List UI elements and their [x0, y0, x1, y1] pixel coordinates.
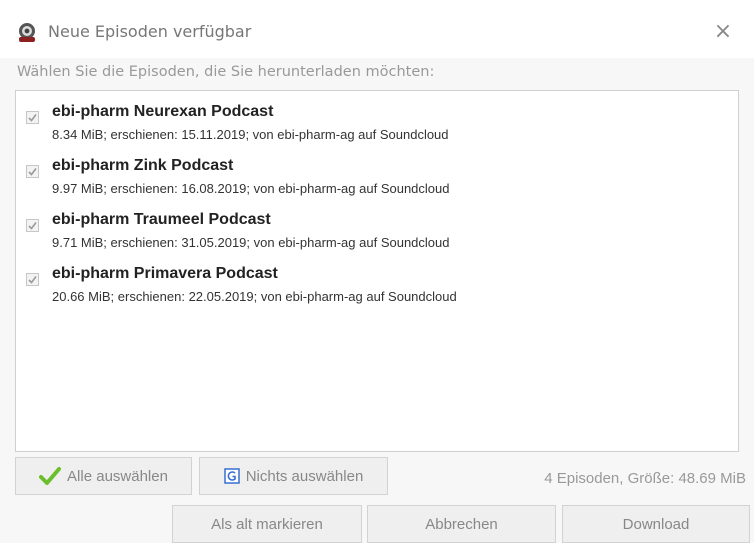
- list-item[interactable]: ebi-pharm Zink Podcast 9.97 MiB; erschie…: [16, 145, 738, 199]
- episode-title: ebi-pharm Neurexan Podcast: [52, 103, 274, 120]
- checkmark-icon: [28, 276, 37, 284]
- cancel-button[interactable]: Abbrechen: [367, 505, 556, 543]
- list-item[interactable]: ebi-pharm Traumeel Podcast 9.71 MiB; ers…: [16, 199, 738, 253]
- podcast-app-icon: [16, 22, 38, 44]
- episode-meta: 9.71 MiB; erschienen: 31.05.2019; von eb…: [52, 235, 450, 250]
- cancel-label: Abbrechen: [425, 515, 498, 533]
- list-item[interactable]: ebi-pharm Neurexan Podcast 8.34 MiB; ers…: [16, 91, 738, 145]
- checkmark-icon: [28, 168, 37, 176]
- checkmark-icon: [28, 222, 37, 230]
- close-icon: ×: [713, 18, 733, 44]
- select-all-label: Alle auswählen: [67, 467, 168, 485]
- episode-meta: 8.34 MiB; erschienen: 15.11.2019; von eb…: [52, 127, 449, 142]
- episode-checkbox[interactable]: [26, 219, 39, 232]
- select-none-label: Nichts auswählen: [245, 467, 364, 485]
- new-episodes-dialog: Neue Episoden verfügbar × Wählen Sie die…: [0, 0, 754, 543]
- window-title: Neue Episoden verfügbar: [48, 22, 252, 41]
- download-button[interactable]: Download: [562, 505, 750, 543]
- episode-title: ebi-pharm Traumeel Podcast: [52, 211, 271, 228]
- select-all-button[interactable]: Alle auswählen: [15, 457, 192, 495]
- list-item[interactable]: ebi-pharm Primavera Podcast 20.66 MiB; e…: [16, 253, 738, 307]
- episode-title: ebi-pharm Zink Podcast: [52, 157, 234, 174]
- green-checkmark-icon: [39, 466, 62, 486]
- episode-checkbox[interactable]: [26, 111, 39, 124]
- selection-summary: 4 Episoden, Größe: 48.69 MiB: [544, 470, 746, 487]
- blank-checkbox-icon: [223, 468, 240, 484]
- episode-meta: 20.66 MiB; erschienen: 22.05.2019; von e…: [52, 289, 457, 304]
- episode-title: ebi-pharm Primavera Podcast: [52, 265, 278, 282]
- checkmark-icon: [28, 114, 37, 122]
- download-label: Download: [622, 515, 690, 533]
- instruction-label: Wählen Sie die Episoden, die Sie herunte…: [17, 64, 435, 80]
- title-bar: Neue Episoden verfügbar ×: [0, 0, 754, 58]
- episode-checkbox[interactable]: [26, 165, 39, 178]
- select-none-button[interactable]: Nichts auswählen: [199, 457, 388, 495]
- episode-list: ebi-pharm Neurexan Podcast 8.34 MiB; ers…: [15, 90, 739, 452]
- episode-checkbox[interactable]: [26, 273, 39, 286]
- mark-old-label: Als alt markieren: [211, 515, 323, 533]
- close-button[interactable]: ×: [710, 18, 736, 44]
- episode-meta: 9.97 MiB; erschienen: 16.08.2019; von eb…: [52, 181, 450, 196]
- mark-old-button[interactable]: Als alt markieren: [172, 505, 362, 543]
